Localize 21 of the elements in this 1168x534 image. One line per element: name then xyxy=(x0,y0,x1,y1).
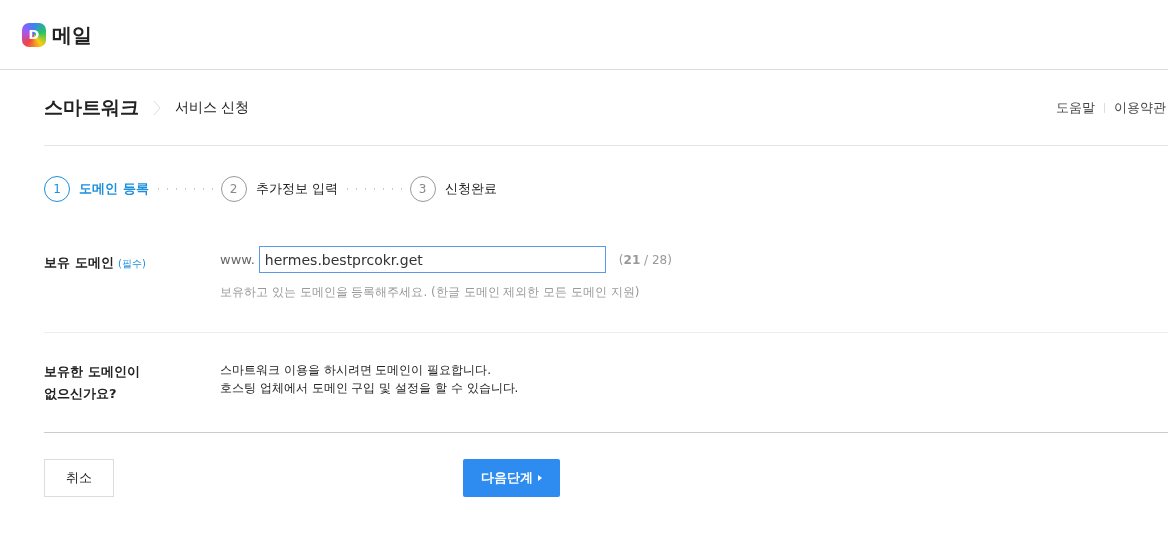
caret-icon xyxy=(538,475,542,481)
prefix-text: www. xyxy=(220,250,255,269)
logo-icon: D xyxy=(22,22,46,47)
question-label: 보유한 도메인이 xyxy=(44,363,141,381)
chevron-icon xyxy=(153,99,161,116)
app-title: 메일 xyxy=(52,21,92,49)
question-label: 없으신가요? xyxy=(44,385,118,403)
step-indicator: 1 도메인 등록 xyxy=(44,176,149,202)
hint-text: 보유하고 있는 도메인을 등록해주세요. (한글 도메인 제외한 모든 도메인 지원) xyxy=(220,284,641,301)
info-text: 호스팅 업체에서 도메인 구입 및 설정을 할 수 있습니다. xyxy=(220,380,519,397)
step-indicator: 2 추가정보 입력 xyxy=(220,176,338,202)
step-indicator: 3 신청완료 xyxy=(409,176,497,202)
top-link[interactable]: 이용약관 xyxy=(1114,97,1166,118)
info-text: 스마트워크 이용을 하시려면 도메인이 필요합니다. xyxy=(220,362,493,379)
top-link[interactable]: 도움말 xyxy=(1056,97,1095,118)
cancel-button[interactable]: 취소 xyxy=(44,459,114,497)
section-title: 스마트워크 xyxy=(44,95,139,121)
field-label: 보유 도메인 (필수) xyxy=(44,255,146,270)
page-title: 서비스 신청 xyxy=(175,98,250,117)
character-counter: (21 / 28) xyxy=(618,251,672,269)
domain-input[interactable]: hermes.bestprcokr.get xyxy=(258,246,606,273)
